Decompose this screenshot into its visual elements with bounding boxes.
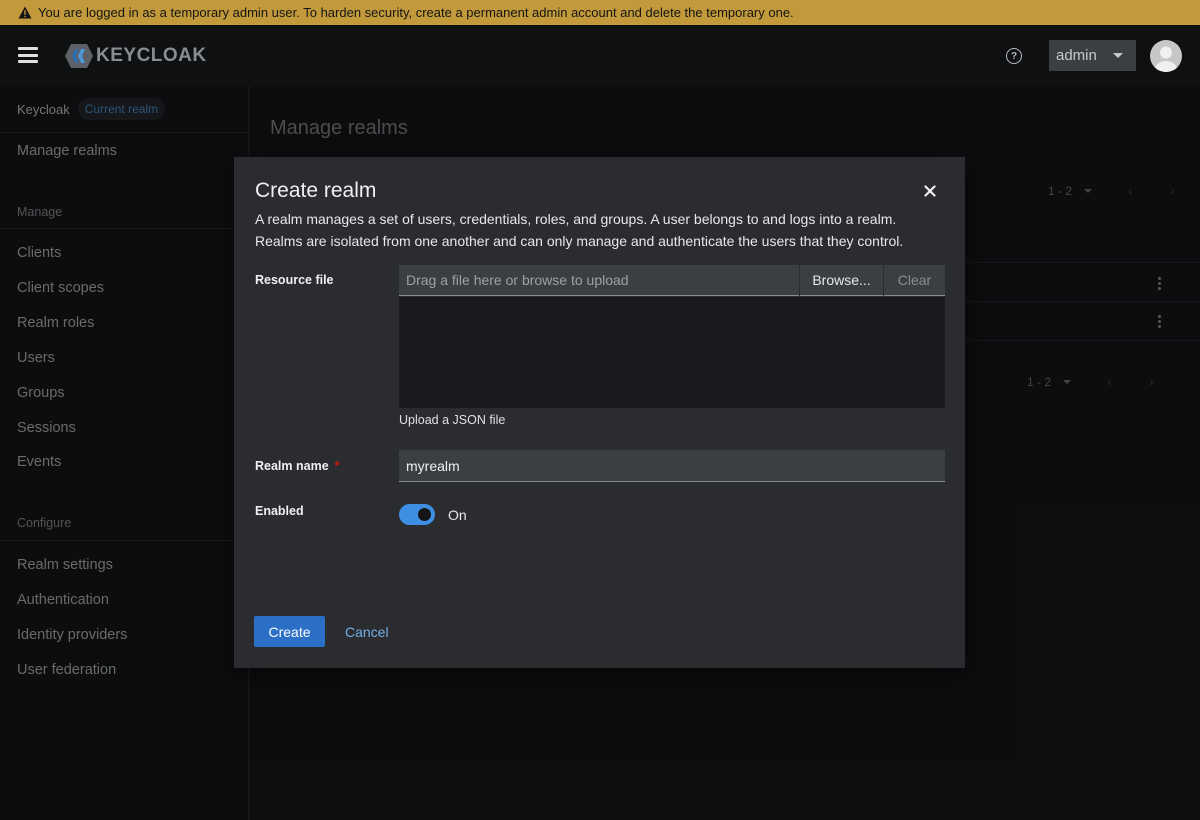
realm-name-label: Realm name *	[255, 459, 340, 473]
file-upload-input[interactable]: Drag a file here or browse to upload	[399, 265, 799, 296]
file-placeholder: Drag a file here or browse to upload	[406, 272, 629, 288]
file-drop-area[interactable]	[399, 297, 945, 408]
masthead: KEYCLOAK ? admin	[0, 25, 1200, 86]
description-line: Realms are isolated from one another and…	[255, 232, 904, 249]
browse-button[interactable]: Browse...	[800, 265, 883, 296]
cancel-button[interactable]: Cancel	[345, 616, 389, 647]
upload-helper-text: Upload a JSON file	[399, 413, 506, 427]
modal-title: Create realm	[255, 179, 377, 202]
clear-button[interactable]: Clear	[884, 265, 945, 296]
keycloak-logo[interactable]: KEYCLOAK	[64, 43, 207, 69]
enabled-state: On	[448, 507, 467, 523]
description-line: A realm manages a set of users, credenti…	[255, 211, 897, 227]
enabled-toggle[interactable]	[399, 504, 435, 525]
user-dropdown[interactable]: admin	[1049, 40, 1136, 71]
temporary-admin-banner: You are logged in as a temporary admin u…	[0, 0, 1200, 25]
hamburger-menu-icon[interactable]	[18, 47, 38, 63]
enabled-label: Enabled	[255, 504, 304, 518]
realm-name-value: myrealm	[406, 457, 460, 474]
close-icon[interactable]	[924, 185, 936, 197]
keycloak-logo-icon	[65, 44, 93, 68]
create-realm-modal: Create realm A realm manages a set of us…	[234, 157, 965, 668]
modal-description: A realm manages a set of users, credenti…	[255, 209, 935, 252]
create-button[interactable]: Create	[254, 616, 325, 647]
realm-name-label-text: Realm name	[255, 459, 329, 473]
caret-down-icon	[1113, 53, 1123, 58]
required-indicator: *	[334, 459, 340, 473]
avatar[interactable]	[1150, 40, 1182, 72]
resource-file-label: Resource file	[255, 273, 334, 287]
user-name: admin	[1056, 47, 1097, 64]
banner-text: You are logged in as a temporary admin u…	[38, 5, 794, 20]
realm-name-input[interactable]: myrealm	[399, 450, 945, 482]
toggle-knob	[418, 508, 431, 521]
logo-text: KEYCLOAK	[96, 45, 207, 66]
warning-icon	[18, 6, 32, 19]
help-icon[interactable]: ?	[1006, 48, 1022, 64]
